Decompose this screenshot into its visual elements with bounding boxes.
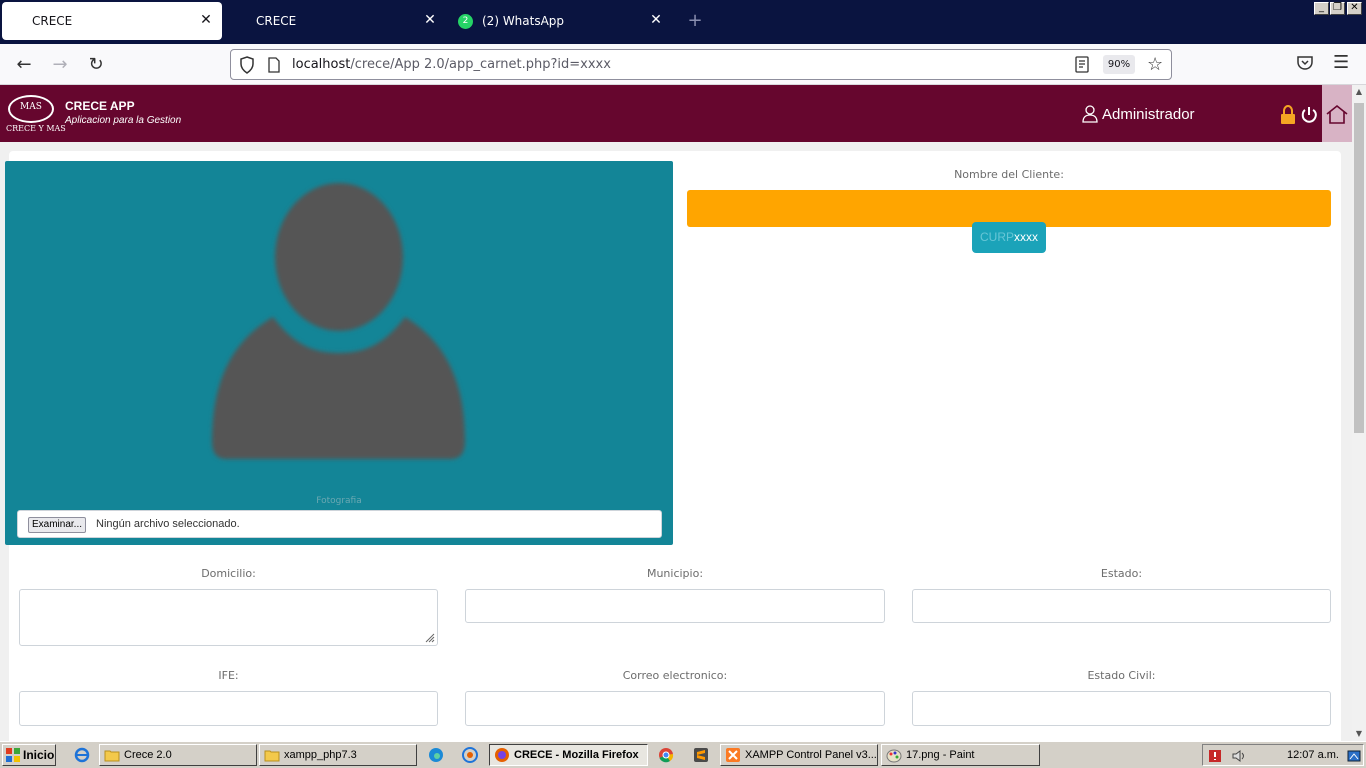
user-icon (1082, 105, 1098, 123)
scroll-up-icon[interactable]: ▲ (1352, 85, 1366, 99)
taskbar-item-label: CRECE - Mozilla Firefox (514, 749, 639, 761)
domicilio-textarea[interactable] (19, 589, 438, 646)
firefox-icon (495, 748, 509, 762)
scroll-thumb[interactable] (1354, 103, 1364, 433)
app-title: CRECE APP (65, 99, 135, 113)
tab-label: (2) WhatsApp (482, 14, 565, 28)
tab-whatsapp[interactable]: 2 (2) WhatsApp ✕ (452, 2, 672, 40)
pocket-icon[interactable] (1296, 54, 1314, 72)
lock-icon[interactable] (1279, 105, 1297, 125)
menu-icon[interactable]: ☰ (1333, 54, 1349, 72)
nombre-label: Nombre del Cliente: (954, 168, 1064, 181)
estado-civil-field[interactable] (912, 691, 1331, 726)
estado-field[interactable] (912, 589, 1331, 623)
start-label: Inicio (23, 748, 55, 762)
logo-text: CRECE Y MAS (6, 124, 66, 133)
municipio-label: Municipio: (646, 567, 704, 580)
correo-label: Correo electronico: (622, 669, 728, 682)
new-tab-icon[interactable]: + (686, 12, 704, 30)
tab-crece[interactable]: CRECE ✕ (226, 2, 446, 40)
back-icon[interactable]: ← (12, 53, 36, 77)
municipio-field[interactable] (465, 589, 885, 623)
taskbar-item-paint[interactable]: 17.png - Paint (881, 744, 1040, 766)
browse-button[interactable]: Examinar... (28, 517, 87, 533)
tab-label: CRECE (256, 14, 297, 28)
security-alert-icon[interactable] (1207, 748, 1223, 764)
zoom-level[interactable]: 90% (1103, 55, 1135, 74)
star-icon[interactable]: ☆ (1147, 54, 1163, 75)
curp-key: CURP (979, 230, 1014, 244)
volume-icon[interactable] (1231, 748, 1247, 764)
taskbar-item-xampp-folder[interactable]: xampp_php7.3 (259, 744, 417, 766)
internet-explorer-icon[interactable] (74, 747, 90, 763)
resize-handle-icon[interactable] (425, 633, 435, 643)
avatar-placeholder-icon (212, 183, 465, 459)
correo-field[interactable] (465, 691, 885, 726)
url-host: localhost (292, 57, 351, 72)
taskbar-item-label: xampp_php7.3 (284, 749, 357, 761)
photo-panel: Fotografia Examinar... Ningún archivo se… (5, 161, 673, 545)
minimize-icon[interactable]: _ (1314, 2, 1329, 15)
clock[interactable]: 12:07 a.m. (1287, 749, 1339, 761)
restore-icon[interactable]: ❐ (1330, 2, 1345, 15)
forward-icon[interactable]: → (48, 53, 72, 77)
estado-civil-label: Estado Civil: (1087, 669, 1156, 682)
shield-icon[interactable] (239, 56, 255, 74)
windows-logo-icon (6, 748, 20, 762)
app-subtitle: Aplicacion para la Gestion (65, 115, 182, 126)
firefox-quicklaunch-icon[interactable] (462, 747, 478, 763)
edge-icon[interactable] (428, 747, 444, 763)
system-tray: 12:07 a.m. (1202, 744, 1364, 766)
curp-badge[interactable]: CURPxxxx (972, 222, 1046, 253)
paint-icon (886, 749, 902, 763)
domicilio-label: Domicilio: (201, 567, 256, 580)
url-text[interactable]: localhost/crece/App 2.0/app_carnet.php?i… (292, 57, 611, 72)
close-window-icon[interactable]: ✕ (1347, 2, 1362, 15)
folder-icon (104, 750, 120, 762)
curp-value: xxxx (1014, 230, 1038, 244)
chrome-icon[interactable] (658, 747, 674, 763)
power-icon[interactable] (1300, 105, 1318, 125)
reload-icon[interactable]: ↻ (84, 53, 108, 77)
start-button[interactable]: Inicio (2, 744, 56, 766)
estado-label: Estado: (1100, 567, 1143, 580)
show-desktop-icon[interactable] (1347, 749, 1361, 763)
logo[interactable]: MAS CRECE Y MAS (6, 93, 66, 133)
navigation-bar: ← → ↻ localhost/crece/App 2.0/app_carnet… (0, 44, 1366, 85)
xampp-icon (726, 748, 740, 762)
file-status: Ningún archivo seleccionado. (96, 518, 240, 530)
home-button[interactable] (1322, 85, 1352, 142)
close-tab-icon[interactable]: ✕ (648, 12, 664, 28)
taskbar-item-firefox[interactable]: CRECE - Mozilla Firefox (489, 744, 648, 766)
reader-icon[interactable] (1075, 56, 1089, 73)
folder-icon (264, 750, 280, 762)
close-tab-icon[interactable]: ✕ (422, 12, 438, 28)
close-tab-icon[interactable]: ✕ (198, 12, 214, 28)
user-name: Administrador (1102, 105, 1195, 123)
file-input[interactable]: Examinar... Ningún archivo seleccionado. (17, 510, 662, 538)
app-header: MAS CRECE Y MAS CRECE APP Aplicacion par… (0, 85, 1352, 142)
taskbar-item-label: 17.png - Paint (906, 749, 975, 761)
photo-label: Fotografia (316, 496, 362, 506)
taskbar-item-xampp-control[interactable]: XAMPP Control Panel v3.... (720, 744, 878, 766)
taskbar-item-label: Crece 2.0 (124, 749, 172, 761)
taskbar-item-label: XAMPP Control Panel v3.... (745, 749, 878, 761)
user-menu[interactable]: Administrador (1082, 105, 1195, 123)
ife-label: IFE: (218, 669, 239, 682)
tab-label: CRECE (32, 14, 73, 28)
taskbar-item-crece-folder[interactable]: Crece 2.0 (99, 744, 257, 766)
ife-field[interactable] (19, 691, 438, 726)
page-icon (268, 57, 280, 73)
tab-strip: CRECE ✕ CRECE ✕ 2 (2) WhatsApp ✕ + _ ❐ ✕ (0, 0, 1366, 44)
sublime-text-icon[interactable] (693, 747, 709, 763)
taskbar: Inicio Crece 2.0 xampp_php7.3 CRECE - Mo… (0, 741, 1366, 768)
tab-crece-active[interactable]: CRECE ✕ (2, 2, 222, 40)
page-scrollbar[interactable]: ▲ ▼ (1352, 85, 1366, 741)
url-bar[interactable]: localhost/crece/App 2.0/app_carnet.php?i… (230, 49, 1172, 80)
home-icon (1326, 104, 1348, 124)
scroll-down-icon[interactable]: ▼ (1352, 727, 1366, 741)
logo-mas: MAS (20, 102, 42, 112)
url-path: /crece/App 2.0/app_carnet.php?id=xxxx (350, 57, 611, 72)
whatsapp-icon: 2 (458, 14, 473, 29)
